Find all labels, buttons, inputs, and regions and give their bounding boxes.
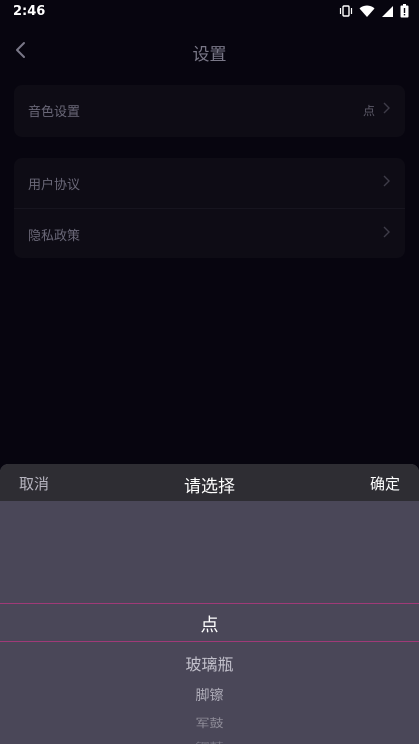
privacy-policy-label: 隐私政策 bbox=[28, 228, 81, 244]
sound-picker-wheel[interactable]: 点 玻璃瓶 脚镲 军鼓 铜鼓 bbox=[0, 501, 419, 744]
privacy-policy-row[interactable]: 隐私政策 bbox=[14, 208, 405, 259]
battery-icon bbox=[400, 4, 409, 18]
selection-line-bottom bbox=[0, 641, 419, 642]
sound-setting-label: 音色设置 bbox=[28, 104, 81, 120]
picker-option[interactable]: 玻璃瓶 bbox=[0, 651, 419, 675]
picker-option[interactable]: 铜鼓 bbox=[0, 740, 419, 744]
signal-icon bbox=[381, 5, 394, 18]
settings-card-sound: 音色设置 点 bbox=[14, 85, 405, 137]
sound-setting-value: 点 bbox=[362, 103, 375, 118]
user-agreement-row[interactable]: 用户协议 bbox=[14, 158, 405, 208]
picker-option[interactable]: 军鼓 bbox=[0, 715, 419, 731]
picker-option[interactable]: 脚镲 bbox=[0, 685, 419, 705]
chevron-right-icon bbox=[381, 174, 391, 192]
picker-toolbar: 取消 请选择 确定 bbox=[0, 464, 419, 501]
chevron-right-icon bbox=[381, 225, 391, 243]
settings-card-legal: 用户协议 隐私政策 bbox=[14, 158, 405, 258]
picker-option-selected[interactable]: 点 bbox=[0, 611, 419, 637]
sound-setting-row[interactable]: 音色设置 点 bbox=[14, 85, 405, 135]
wifi-icon bbox=[359, 5, 375, 18]
user-agreement-label: 用户协议 bbox=[28, 177, 81, 193]
selection-line-top bbox=[0, 603, 419, 604]
vibrate-icon bbox=[339, 4, 353, 18]
app-header: 设置 bbox=[0, 28, 419, 74]
page-title: 设置 bbox=[192, 45, 227, 65]
picker-title: 请选择 bbox=[184, 477, 235, 497]
status-time: 2:46 bbox=[13, 4, 46, 19]
picker-bottom-sheet: 取消 请选择 确定 点 玻璃瓶 脚镲 军鼓 铜鼓 bbox=[0, 464, 419, 744]
chevron-right-icon bbox=[381, 101, 391, 119]
status-bar: 2:46 bbox=[0, 0, 419, 24]
confirm-button[interactable]: 确定 bbox=[370, 473, 400, 494]
settings-screen: 2:46 设置 音色设置 点 用户协议 隐私政策 取消 请选择 确定 点 玻璃瓶… bbox=[0, 0, 419, 744]
status-icons bbox=[339, 4, 409, 18]
